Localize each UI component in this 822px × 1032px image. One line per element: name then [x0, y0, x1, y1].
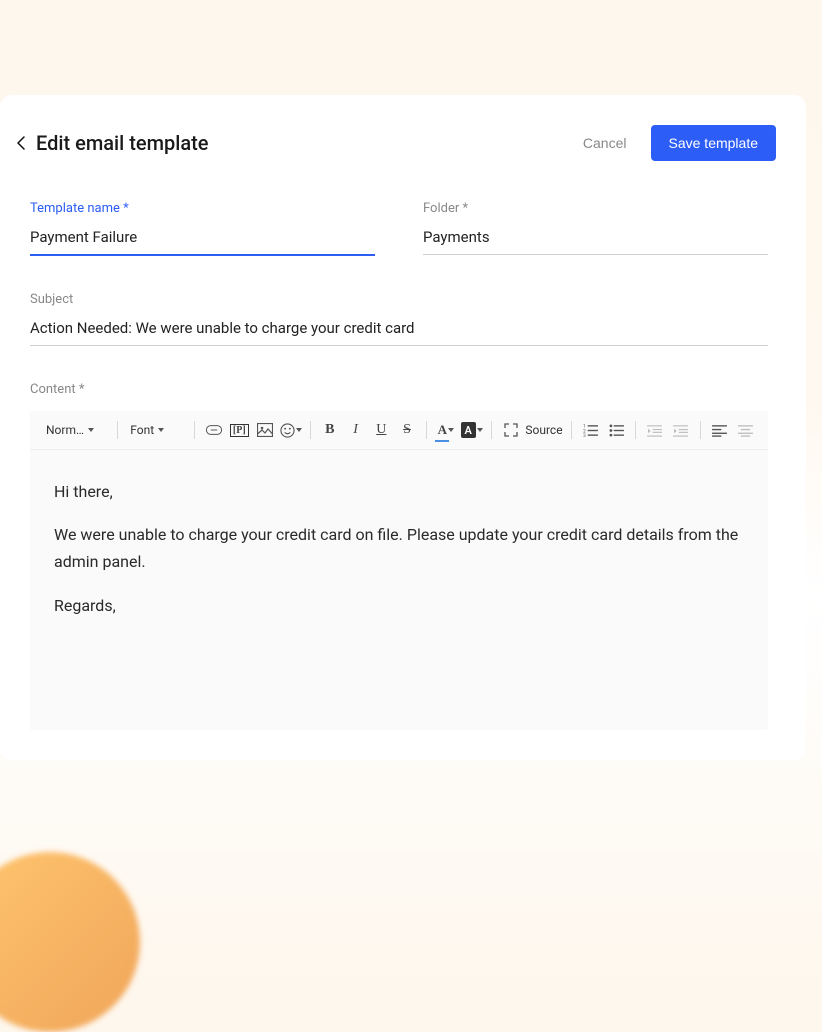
body-paragraph: Regards, [54, 592, 744, 619]
form-row-1: Template name * Folder * [30, 201, 768, 256]
source-button[interactable]: Source [525, 423, 562, 437]
template-name-input[interactable] [30, 224, 375, 256]
separator-icon [700, 421, 701, 439]
insert-emoji-button[interactable] [280, 419, 302, 441]
separator-icon [310, 421, 311, 439]
folder-input[interactable] [423, 224, 768, 255]
save-template-button[interactable]: Save template [651, 125, 777, 161]
font-value: Font [130, 423, 154, 437]
body-paragraph: We were unable to charge your credit car… [54, 521, 744, 575]
caret-down-icon [158, 428, 164, 432]
paragraph-style-select[interactable]: Norm… [42, 421, 109, 439]
insert-placeholder-button[interactable]: [P] [228, 419, 250, 441]
editor-content[interactable]: Hi there, We were unable to charge your … [30, 450, 768, 730]
bullet-list-button[interactable] [605, 419, 627, 441]
text-color-button[interactable]: A [435, 419, 457, 441]
folder-label: Folder * [423, 201, 768, 216]
indent-button[interactable] [670, 419, 692, 441]
template-form: Template name * Folder * Subject Content… [10, 201, 776, 730]
separator-icon [635, 421, 636, 439]
caret-down-icon [296, 428, 302, 432]
back-icon[interactable] [14, 136, 28, 150]
separator-icon [426, 421, 427, 439]
background-color-button[interactable]: A [461, 419, 483, 441]
decorative-blob-bottom [0, 852, 140, 1032]
strikethrough-button[interactable]: S [396, 419, 418, 441]
content-section: Content * Norm… Font [30, 382, 768, 730]
separator-icon [194, 421, 195, 439]
svg-text:3: 3 [583, 433, 586, 437]
editor-toolbar: Norm… Font [P] [30, 411, 768, 450]
separator-icon [491, 421, 492, 439]
page-header: Edit email template Cancel Save template [10, 125, 776, 161]
align-left-button[interactable] [709, 419, 731, 441]
source-label: Source [525, 423, 562, 437]
paragraph-style-value: Norm… [46, 423, 84, 437]
align-center-button[interactable] [734, 419, 756, 441]
font-select[interactable]: Font [126, 421, 185, 439]
caret-down-icon [477, 428, 483, 432]
cancel-button[interactable]: Cancel [583, 135, 627, 151]
subject-input[interactable] [30, 315, 768, 346]
maximize-button[interactable] [500, 419, 522, 441]
header-actions: Cancel Save template [583, 125, 776, 161]
separator-icon [571, 421, 572, 439]
bold-button[interactable]: B [319, 419, 341, 441]
caret-down-icon [88, 428, 94, 432]
edit-template-card: Edit email template Cancel Save template… [0, 95, 806, 760]
numbered-list-button[interactable]: 123 [580, 419, 602, 441]
outdent-button[interactable] [644, 419, 666, 441]
folder-field: Folder * [423, 201, 768, 256]
editor: Norm… Font [P] [30, 411, 768, 730]
underline-button[interactable]: U [370, 419, 392, 441]
caret-down-icon [448, 428, 454, 432]
template-name-label: Template name * [30, 201, 375, 216]
title-row: Edit email template [14, 131, 208, 155]
template-name-field: Template name * [30, 201, 375, 256]
italic-button[interactable]: I [345, 419, 367, 441]
page-title: Edit email template [36, 131, 208, 155]
content-label: Content * [30, 382, 768, 397]
insert-image-button[interactable] [254, 419, 276, 441]
body-paragraph: Hi there, [54, 478, 744, 505]
separator-icon [117, 421, 118, 439]
subject-field: Subject [30, 292, 768, 346]
subject-label: Subject [30, 292, 768, 307]
insert-link-button[interactable] [203, 419, 225, 441]
